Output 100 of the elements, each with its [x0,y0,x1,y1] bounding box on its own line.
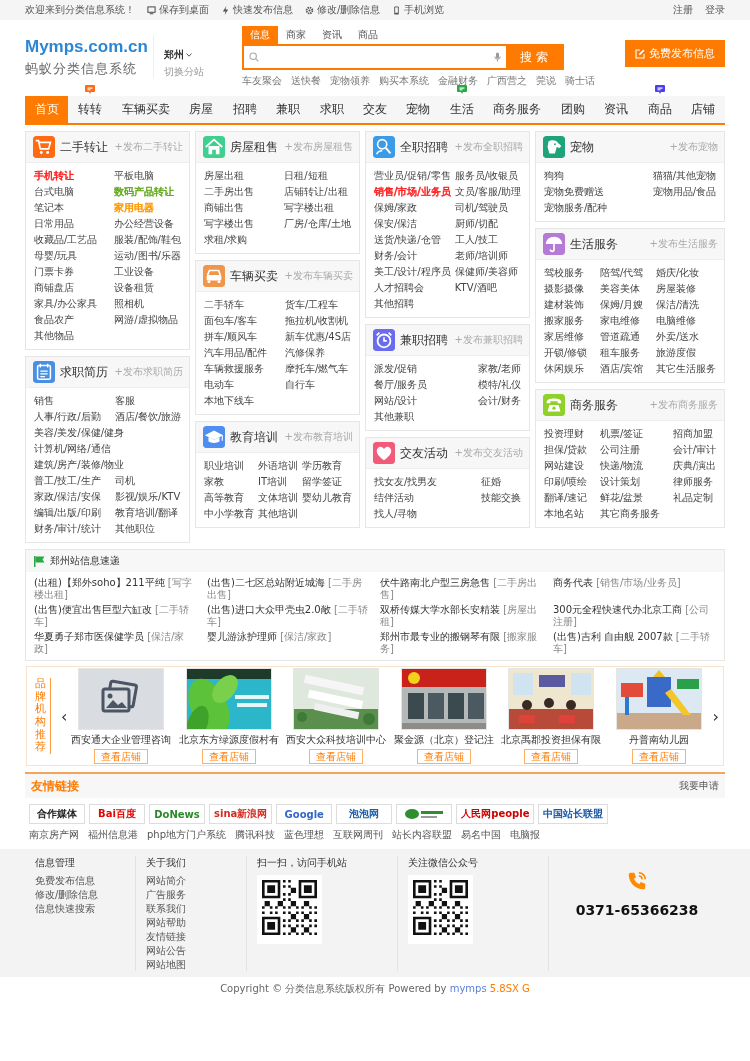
category-link[interactable]: 二手房出售 [204,186,254,198]
brand-name[interactable]: 北京东方绿源度假村有 [178,733,279,747]
footer-link[interactable]: 免费发布信息 [35,875,125,887]
category-link[interactable]: 教育培训/翻译 [114,507,182,519]
category-link[interactable]: 找女友/找男友 [374,476,438,488]
hot-word-link[interactable]: 骑士话 [565,74,595,88]
category-link[interactable]: 美容/美发/保健/健身 [34,427,182,439]
news-link[interactable]: 双桥传媒大学水部长安精装 [房屋出租] [380,604,543,628]
category-link[interactable]: 其他物品 [34,330,98,342]
news-link[interactable]: 婴儿游泳护理师 [保洁/家政] [207,631,370,655]
category-link[interactable]: 送货/快递/仓管 [374,234,451,246]
microphone-icon[interactable] [494,52,502,62]
category-title[interactable]: 兼职招聘 [400,331,448,349]
news-link[interactable]: 商务代表 [销售/市场/业务员] [553,577,716,601]
category-title[interactable]: 全职招聘 [400,138,448,156]
category-link[interactable]: 开锁/修锁 [544,347,588,359]
category-link[interactable]: 酒店/宾馆 [600,363,644,375]
category-link[interactable]: 机票/签证 [600,428,660,440]
category-link[interactable]: 其他培训 [258,508,298,520]
category-link[interactable]: 手机转让 [34,170,98,182]
category-link[interactable]: 电脑维修 [656,315,716,327]
category-title[interactable]: 车辆买卖 [230,267,278,285]
brand-name[interactable]: 西安大众科技培训中心 [286,733,387,747]
category-link[interactable]: 日租/短租 [284,170,351,182]
category-link[interactable]: 影视/娱乐/KTV [114,491,182,503]
category-link[interactable]: 家教 [204,476,254,488]
search-tab[interactable]: 资讯 [314,26,350,44]
category-link[interactable]: 结伴活动 [374,492,438,504]
category-link[interactable]: 店铺转让/出租 [284,186,351,198]
friend-link[interactable]: 电脑报 [510,828,541,842]
category-link[interactable]: 管道疏通 [600,331,644,343]
category-link[interactable]: 网站建设 [544,460,588,472]
brand-name[interactable]: 聚金源（北京）登记注 [393,733,494,747]
category-link[interactable]: 招商加盟 [672,428,716,440]
category-link[interactable]: 计算机/网络/通信 [34,443,111,455]
footer-link[interactable]: 联系我们 [146,903,236,915]
brand-name[interactable]: 西安通大企业管理咨询 [71,733,172,747]
footer-link[interactable]: 网站帮助 [146,917,236,929]
top-link[interactable]: 快速发布信息 [221,3,293,17]
category-link[interactable]: 餐厅/服务员 [374,379,428,391]
category-link[interactable]: 建材装饰 [544,299,588,311]
top-link[interactable]: 修改/删除信息 [305,3,381,17]
category-link[interactable]: 家教/老师 [477,363,521,375]
category-link[interactable]: 保安/保洁 [374,218,451,230]
category-link[interactable]: 保洁/清洗 [656,299,716,311]
nav-tab[interactable]: 店铺 [681,96,726,123]
category-link[interactable]: 营业员/促销/零售 [374,170,451,182]
nav-tab[interactable]: 宠物 [396,96,441,123]
partner-logo-link[interactable]: 合作媒体 [29,804,85,824]
category-link[interactable]: 酒店/餐饮/旅游 [114,411,182,423]
partner-logo-link[interactable] [396,804,453,824]
hot-word-link[interactable]: 送快餐 [291,74,321,88]
category-link[interactable]: 母婴/玩具 [34,250,98,262]
category-link[interactable]: 数码产品转让 [114,186,181,198]
category-link[interactable]: 高等教育 [204,492,254,504]
category-link[interactable]: 狗狗 [544,170,608,182]
category-link[interactable]: 建筑/房产/装修/物业 [34,459,182,471]
category-link[interactable]: 家电维修 [600,315,644,327]
category-link[interactable]: 商铺出售 [204,202,254,214]
category-link[interactable]: 本地名站 [544,508,588,520]
nav-tab[interactable]: 车辆买卖 [111,96,180,123]
category-link[interactable]: 礼品定制 [672,492,716,504]
category-link[interactable]: 文员/客服/助理 [454,186,522,198]
account-link[interactable]: 登录 [705,3,725,17]
category-link[interactable]: 笔记本 [34,202,98,214]
nav-tab[interactable]: 兼职 [266,96,310,123]
news-link[interactable]: (出售)进口大众甲壳虫2.0敞 [二手轿车] [207,604,370,628]
nav-tab[interactable]: 求职 [309,96,354,123]
news-link[interactable]: (出售)二七区总站附近城海 [二手房出售] [207,577,370,601]
city-selector[interactable]: 郑州 [164,48,224,62]
category-link[interactable]: 鲜花/盆景 [600,492,660,504]
category-link[interactable]: 面包车/客车 [204,315,268,327]
category-link[interactable]: 婴幼儿教育 [302,492,352,504]
hot-word-link[interactable]: 金融财务 [438,74,478,88]
category-link[interactable]: 本地下线车 [204,395,268,407]
friend-link[interactable]: 站长内容联盟 [392,828,453,842]
partner-logo-link[interactable]: Bai百度 [89,804,145,824]
category-link[interactable]: 留学签证 [302,476,352,488]
category-link[interactable]: 律师服务 [672,476,716,488]
category-link[interactable]: 宠物免费赠送 [544,186,608,198]
category-link[interactable]: 职业培训 [204,460,254,472]
category-link[interactable]: 文体培训 [258,492,298,504]
partner-logo-link[interactable]: 泡泡网 [336,804,393,824]
category-link[interactable]: 找人/寻物 [374,508,438,520]
category-link[interactable]: 办公经营设备 [114,218,181,230]
category-link[interactable]: 公司注册 [600,444,660,456]
news-link[interactable]: 郑州市最专业的搬钢琴有限 [搬家服务] [380,631,543,655]
category-link[interactable]: 其它生活服务 [656,363,716,375]
category-link[interactable]: 厨师/切配 [454,218,522,230]
nav-tab[interactable]: 招聘 [222,96,267,123]
category-link[interactable]: 二手轿车 [204,299,268,311]
friend-link[interactable]: 易名中国 [461,828,502,842]
news-link[interactable]: (出售)便宜出售巨型六缸改 [二手轿车] [34,604,197,628]
category-title[interactable]: 二手转让 [60,138,108,156]
hot-word-link[interactable]: 购买本系统 [379,74,429,88]
news-link[interactable]: (出租)【郑外soho】211平纯 [写字楼出租] [34,577,197,601]
partner-logo-link[interactable]: DoNews [149,804,205,824]
category-link[interactable]: 其他兼职 [374,411,428,423]
category-link[interactable]: 其它商务服务 [600,508,660,520]
nav-tab[interactable]: 生活 [440,96,484,123]
